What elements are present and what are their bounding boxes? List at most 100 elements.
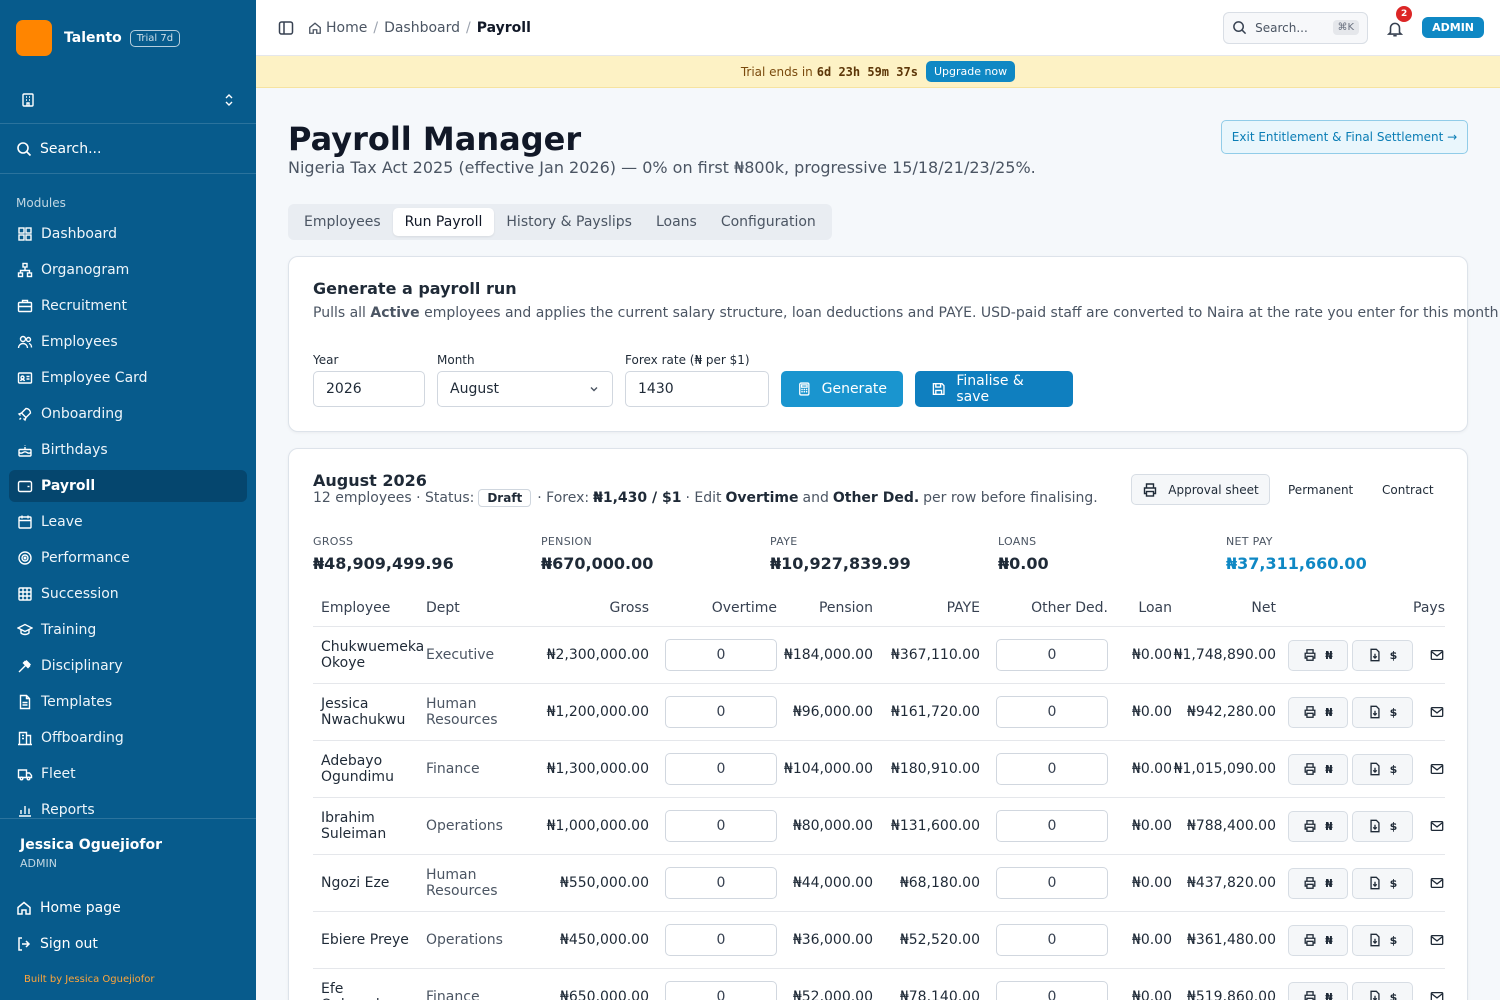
sidebar-item-label: Fleet <box>41 766 76 782</box>
overtime-input[interactable]: 0 <box>665 981 777 1000</box>
home-icon <box>17 901 31 915</box>
sidebar-item-fleet[interactable]: Fleet <box>9 758 247 790</box>
mail-icon[interactable] <box>1429 990 1445 1000</box>
other-deduction-input[interactable]: 0 <box>996 981 1108 1000</box>
column-header: Pension <box>818 599 873 616</box>
overtime-input[interactable]: 0 <box>665 924 777 956</box>
download-usd-payslip-button[interactable]: $ <box>1352 696 1413 728</box>
sidebar-item-training[interactable]: Training <box>9 614 247 646</box>
finalise-save-button[interactable]: Finalise & save <box>915 371 1073 407</box>
other-deduction-input[interactable]: 0 <box>996 924 1108 956</box>
workspace-switcher[interactable] <box>0 76 256 124</box>
print-naira-payslip-button[interactable]: ₦ <box>1288 753 1348 785</box>
sidebar-item-disciplinary[interactable]: Disciplinary <box>9 650 247 682</box>
sidebar-item-offboarding[interactable]: Offboarding <box>9 722 247 754</box>
contract-filter-button[interactable]: Contract <box>1382 474 1434 505</box>
overtime-input[interactable]: 0 <box>665 639 777 671</box>
global-search[interactable]: Search... ⌘K <box>1223 11 1369 44</box>
mail-icon[interactable] <box>1429 933 1445 947</box>
kpi-label: PAYE <box>770 535 798 548</box>
download-usd-payslip-button[interactable]: $ <box>1352 639 1413 671</box>
kpi-gross: GROSS ₦48,909,499.96 <box>313 535 454 573</box>
upgrade-now-button[interactable]: Upgrade now <box>925 61 1016 82</box>
sign-out-link[interactable]: Sign out <box>0 926 256 962</box>
employee-name[interactable]: Ibrahim Suleiman <box>313 810 426 842</box>
permanent-filter-button[interactable]: Permanent <box>1288 474 1353 505</box>
sidebar-item-dashboard[interactable]: Dashboard <box>9 218 247 250</box>
overtime-input[interactable]: 0 <box>665 867 777 899</box>
other-deduction-input[interactable]: 0 <box>996 639 1108 671</box>
brand-name: Talento <box>64 30 122 46</box>
run-meta-text: · Forex: <box>537 490 590 506</box>
home-page-link[interactable]: Home page <box>0 890 256 926</box>
employee-name[interactable]: Adebayo Ogundimu <box>313 753 426 785</box>
other-deduction-input[interactable]: 0 <box>996 753 1108 785</box>
forex-input[interactable]: 1430 <box>625 371 769 407</box>
sidebar-item-performance[interactable]: Performance <box>9 542 247 574</box>
employee-name[interactable]: Ngozi Eze <box>313 875 426 891</box>
net-value: ₦519,860.00 <box>1186 989 1276 1000</box>
download-usd-payslip-button[interactable]: $ <box>1352 867 1413 899</box>
sidebar-item-employees[interactable]: Employees <box>9 326 247 358</box>
sidebar-toggle-icon[interactable] <box>278 20 294 36</box>
nav-list: Dashboard Organogram Recruitment Employees E… <box>0 218 256 826</box>
print-naira-payslip-button[interactable]: ₦ <box>1288 867 1348 899</box>
sidebar-item-succession[interactable]: Succession <box>9 578 247 610</box>
search-icon <box>1233 21 1247 35</box>
overtime-input[interactable]: 0 <box>665 810 777 842</box>
year-input[interactable]: 2026 <box>313 371 425 407</box>
print-naira-payslip-button[interactable]: ₦ <box>1288 696 1348 728</box>
other-deduction-input[interactable]: 0 <box>996 810 1108 842</box>
employee-name[interactable]: Efe Oghenekaro <box>313 981 426 1000</box>
employee-name[interactable]: Jessica Nwachukwu <box>313 696 426 728</box>
print-naira-payslip-button[interactable]: ₦ <box>1288 924 1348 956</box>
sidebar-item-onboarding[interactable]: Onboarding <box>9 398 247 430</box>
print-naira-payslip-button[interactable]: ₦ <box>1288 639 1348 671</box>
cake-icon <box>18 445 32 457</box>
sidebar-item-payroll[interactable]: Payroll <box>9 470 247 502</box>
generate-button[interactable]: Generate <box>781 371 903 407</box>
tab-configuration[interactable]: Configuration <box>709 208 828 236</box>
notifications-button[interactable]: 2 <box>1386 5 1413 38</box>
mail-icon[interactable] <box>1429 762 1445 776</box>
tab-history-payslips[interactable]: History & Payslips <box>494 208 644 236</box>
tab-loans[interactable]: Loans <box>644 208 709 236</box>
breadcrumb-home[interactable]: Home <box>326 20 367 36</box>
overtime-input[interactable]: 0 <box>665 753 777 785</box>
download-usd-payslip-button[interactable]: $ <box>1352 924 1413 956</box>
sidebar-item-organogram[interactable]: Organogram <box>9 254 247 286</box>
download-usd-payslip-button[interactable]: $ <box>1352 753 1413 785</box>
sidebar-item-birthdays[interactable]: Birthdays <box>9 434 247 466</box>
sidebar-item-templates[interactable]: Templates <box>9 686 247 718</box>
mail-icon[interactable] <box>1429 876 1445 890</box>
mail-icon[interactable] <box>1429 705 1445 719</box>
sidebar-item-employee-card[interactable]: Employee Card <box>9 362 247 394</box>
employee-dept: Operations <box>426 818 503 834</box>
sidebar-item-recruitment[interactable]: Recruitment <box>9 290 247 322</box>
employee-name[interactable]: Chukwuemeka Okoye <box>313 639 426 671</box>
approval-sheet-button[interactable]: Approval sheet <box>1131 474 1270 505</box>
tab-run-payroll[interactable]: Run Payroll <box>392 208 495 236</box>
printer-icon <box>1304 763 1316 775</box>
other-deduction-input[interactable]: 0 <box>996 867 1108 899</box>
kpi-value: ₦10,927,839.99 <box>770 554 911 573</box>
mail-icon[interactable] <box>1429 648 1445 662</box>
brand[interactable]: Talento Trial 7d <box>0 0 256 76</box>
exit-entitlement-button[interactable]: Exit Entitlement & Final Settlement → <box>1221 120 1468 154</box>
tab-employees[interactable]: Employees <box>292 208 393 236</box>
loan-value: ₦0.00 <box>1131 761 1172 777</box>
print-naira-payslip-button[interactable]: ₦ <box>1288 981 1348 1000</box>
employee-name[interactable]: Ebiere Preye <box>313 932 426 948</box>
other-deduction-input[interactable]: 0 <box>996 696 1108 728</box>
month-select[interactable]: August <box>437 371 613 407</box>
sidebar-item-leave[interactable]: Leave <box>9 506 247 538</box>
print-naira-payslip-button[interactable]: ₦ <box>1288 810 1348 842</box>
download-usd-payslip-button[interactable]: $ <box>1352 981 1413 1000</box>
paye-value: ₦78,140.00 <box>899 989 980 1000</box>
download-usd-payslip-button[interactable]: $ <box>1352 810 1413 842</box>
breadcrumb-dashboard[interactable]: Dashboard <box>384 20 460 36</box>
sidebar-search[interactable]: Search... <box>0 124 256 174</box>
mail-icon[interactable] <box>1429 819 1445 833</box>
table-body: Chukwuemeka Okoye Executive ₦2,300,000.0… <box>313 627 1445 1000</box>
overtime-input[interactable]: 0 <box>665 696 777 728</box>
